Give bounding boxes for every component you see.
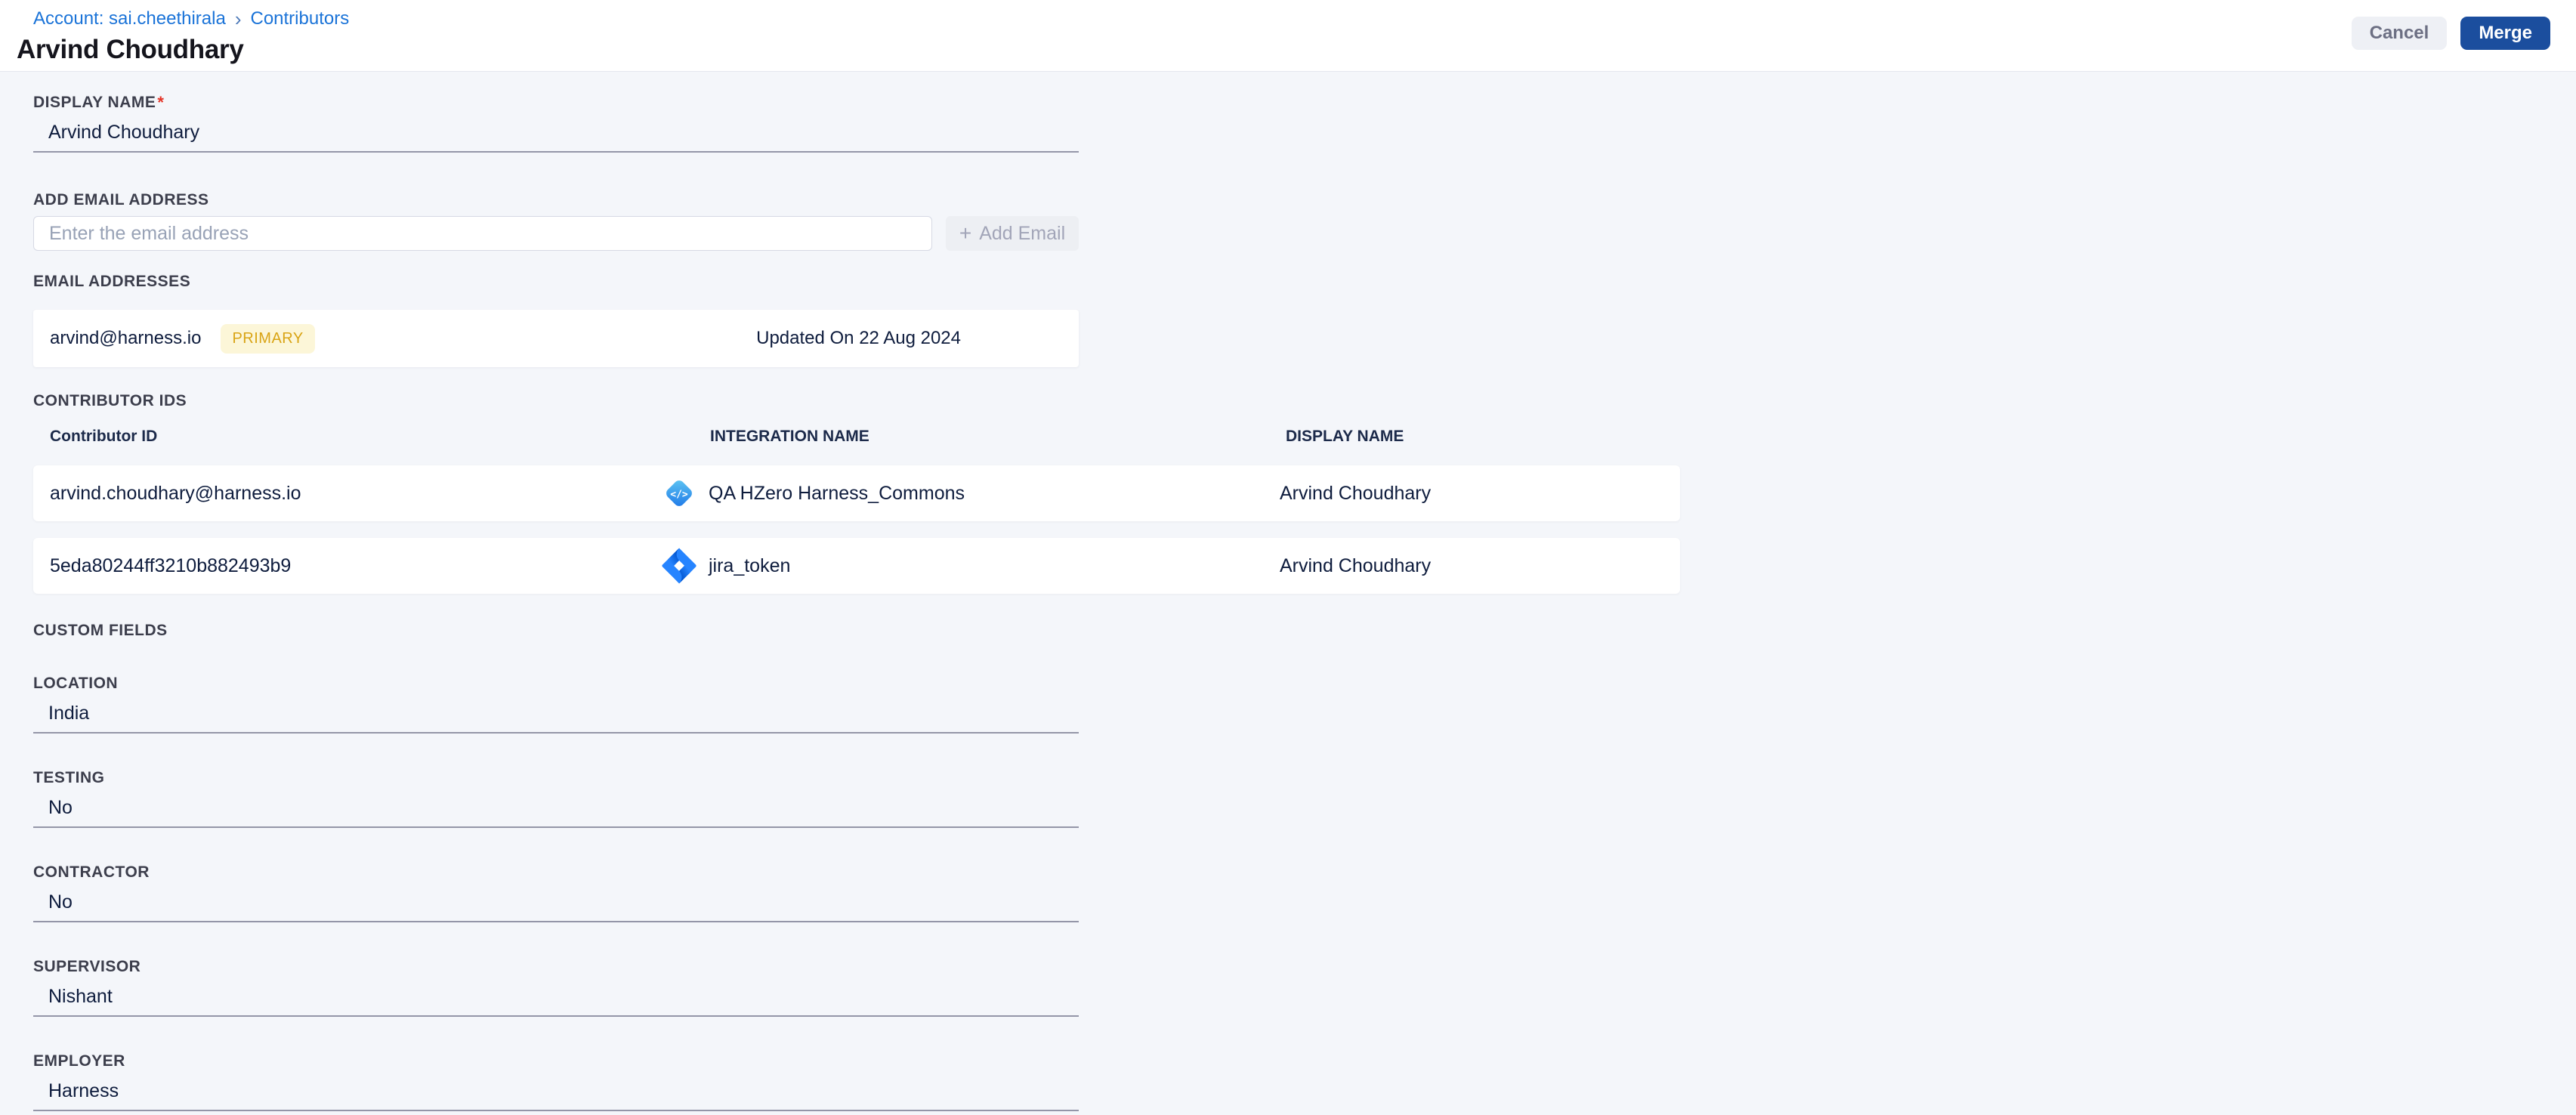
employer-input[interactable] xyxy=(33,1070,1079,1111)
custom-field-contractor: CONTRACTOR xyxy=(33,864,1079,922)
contractor-label: CONTRACTOR xyxy=(33,863,150,881)
header-actions: Cancel Merge xyxy=(2351,8,2550,50)
supervisor-input[interactable] xyxy=(33,975,1079,1017)
cell-integration-name: jira_token xyxy=(662,548,1277,584)
content-area: DISPLAY NAME* ADD EMAIL ADDRESS + Add Em… xyxy=(0,72,2576,1111)
cell-integration-name: </> QA HZero Harness_Commons xyxy=(662,476,1277,511)
cell-display-name: Arvind Choudhary xyxy=(1280,554,1432,576)
email-address-input[interactable] xyxy=(33,216,932,251)
location-label: LOCATION xyxy=(33,675,119,692)
display-name-field: DISPLAY NAME* xyxy=(33,94,1079,153)
display-name-label: DISPLAY NAME* xyxy=(33,93,165,112)
email-addresses-label: EMAIL ADDRESSES xyxy=(33,273,191,290)
email-address-row: arvind@harness.io PRIMARY Updated On 22 … xyxy=(33,310,1079,367)
add-email-row: + Add Email xyxy=(33,216,2576,251)
breadcrumb-chevron-icon: › xyxy=(234,8,242,30)
display-name-input[interactable] xyxy=(33,111,1079,153)
custom-field-employer: EMPLOYER xyxy=(33,1053,1079,1111)
add-email-button[interactable]: + Add Email xyxy=(946,216,1079,251)
custom-fields-label: CUSTOM FIELDS xyxy=(33,622,168,639)
page-header: Account: sai.cheethirala › Contributors … xyxy=(0,0,2576,72)
contractor-input[interactable] xyxy=(33,881,1079,922)
required-asterisk: * xyxy=(157,93,165,112)
testing-input[interactable] xyxy=(33,786,1079,828)
svg-text:</>: </> xyxy=(670,490,688,501)
custom-field-location: LOCATION xyxy=(33,675,1079,734)
code-integration-icon: </> xyxy=(666,480,692,506)
header-left: Account: sai.cheethirala › Contributors … xyxy=(17,8,349,65)
custom-field-supervisor: SUPERVISOR xyxy=(33,959,1079,1017)
supervisor-label: SUPERVISOR xyxy=(33,958,141,975)
page-title: Arvind Choudhary xyxy=(17,35,244,64)
employer-label: EMPLOYER xyxy=(33,1052,125,1070)
column-header-display-name: DISPLAY NAME xyxy=(1286,428,1404,445)
testing-label: TESTING xyxy=(33,769,105,786)
add-email-label: ADD EMAIL ADDRESS xyxy=(33,191,209,208)
cell-display-name: Arvind Choudhary xyxy=(1280,482,1432,504)
integration-name-text: jira_token xyxy=(709,554,791,576)
location-input[interactable] xyxy=(33,692,1079,734)
primary-badge: PRIMARY xyxy=(221,323,315,354)
plus-icon: + xyxy=(959,221,972,245)
email-value: arvind@harness.io xyxy=(50,328,202,348)
breadcrumb: Account: sai.cheethirala › Contributors xyxy=(33,8,349,30)
cell-contributor-id: 5eda80244ff3210b882493b9 xyxy=(50,554,292,576)
custom-field-testing: TESTING xyxy=(33,770,1079,828)
breadcrumb-account-link[interactable]: Account: sai.cheethirala xyxy=(33,8,226,30)
add-email-button-label: Add Email xyxy=(979,222,1066,244)
table-row: arvind.choudhary@harness.io </> QA HZero… xyxy=(33,465,1680,521)
contributor-ids-table-header: Contributor ID INTEGRATION NAME DISPLAY … xyxy=(33,428,1680,446)
email-updated-on: Updated On 22 Aug 2024 xyxy=(756,328,961,348)
jira-icon xyxy=(662,548,697,584)
column-header-integration-name: INTEGRATION NAME xyxy=(710,428,869,445)
table-row: 5eda80244ff3210b882493b9 jira_token Arvi… xyxy=(33,538,1680,594)
merge-button[interactable]: Merge xyxy=(2460,17,2550,50)
cancel-button[interactable]: Cancel xyxy=(2351,17,2448,50)
contributor-ids-label: CONTRIBUTOR IDS xyxy=(33,392,187,409)
column-header-contributor-id: Contributor ID xyxy=(50,428,158,445)
contributor-ids-table: Contributor ID INTEGRATION NAME DISPLAY … xyxy=(33,428,1680,594)
integration-name-text: QA HZero Harness_Commons xyxy=(709,482,965,504)
cell-contributor-id: arvind.choudhary@harness.io xyxy=(50,482,301,504)
breadcrumb-contributors-link[interactable]: Contributors xyxy=(250,8,349,30)
